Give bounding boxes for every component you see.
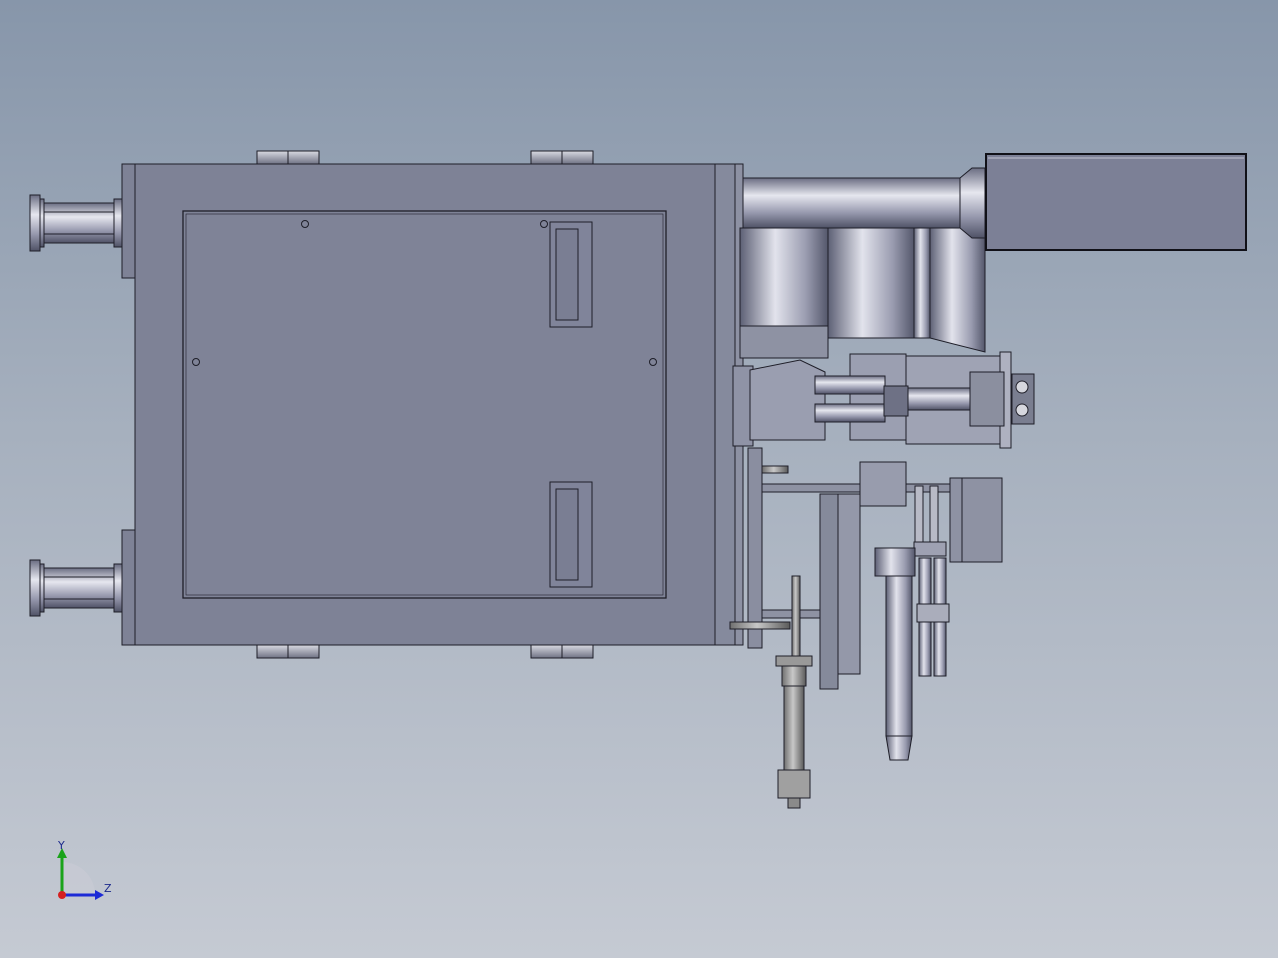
gearbox-base bbox=[739, 325, 829, 359]
panel-handle-top[interactable] bbox=[549, 221, 593, 328]
motor-shaft-housing[interactable] bbox=[742, 167, 986, 239]
left-cylinder-bottom[interactable] bbox=[29, 559, 123, 617]
panel-handle-bottom[interactable] bbox=[549, 481, 593, 588]
coordinate-triad[interactable]: Y Z bbox=[57, 839, 112, 900]
connector-plug[interactable] bbox=[1011, 373, 1035, 425]
cad-viewport[interactable]: Y Z bbox=[0, 0, 1278, 958]
hinge-top-left bbox=[256, 150, 320, 165]
hinge-bottom-right bbox=[530, 644, 594, 659]
left-cylinder-top[interactable] bbox=[29, 194, 123, 252]
small-cylinder-pair[interactable] bbox=[916, 557, 950, 677]
motor-body[interactable] bbox=[985, 153, 1247, 251]
stepper-motor[interactable] bbox=[949, 477, 1003, 563]
z-axis-label: Z bbox=[104, 882, 112, 895]
spring-column bbox=[913, 485, 947, 557]
pneumatic-cylinder[interactable] bbox=[874, 547, 916, 761]
triad-origin bbox=[58, 891, 66, 899]
y-axis-label: Y bbox=[57, 839, 65, 852]
hinge-top-right bbox=[530, 150, 594, 165]
access-panel[interactable] bbox=[182, 210, 667, 599]
hinge-bottom-left bbox=[256, 644, 320, 659]
